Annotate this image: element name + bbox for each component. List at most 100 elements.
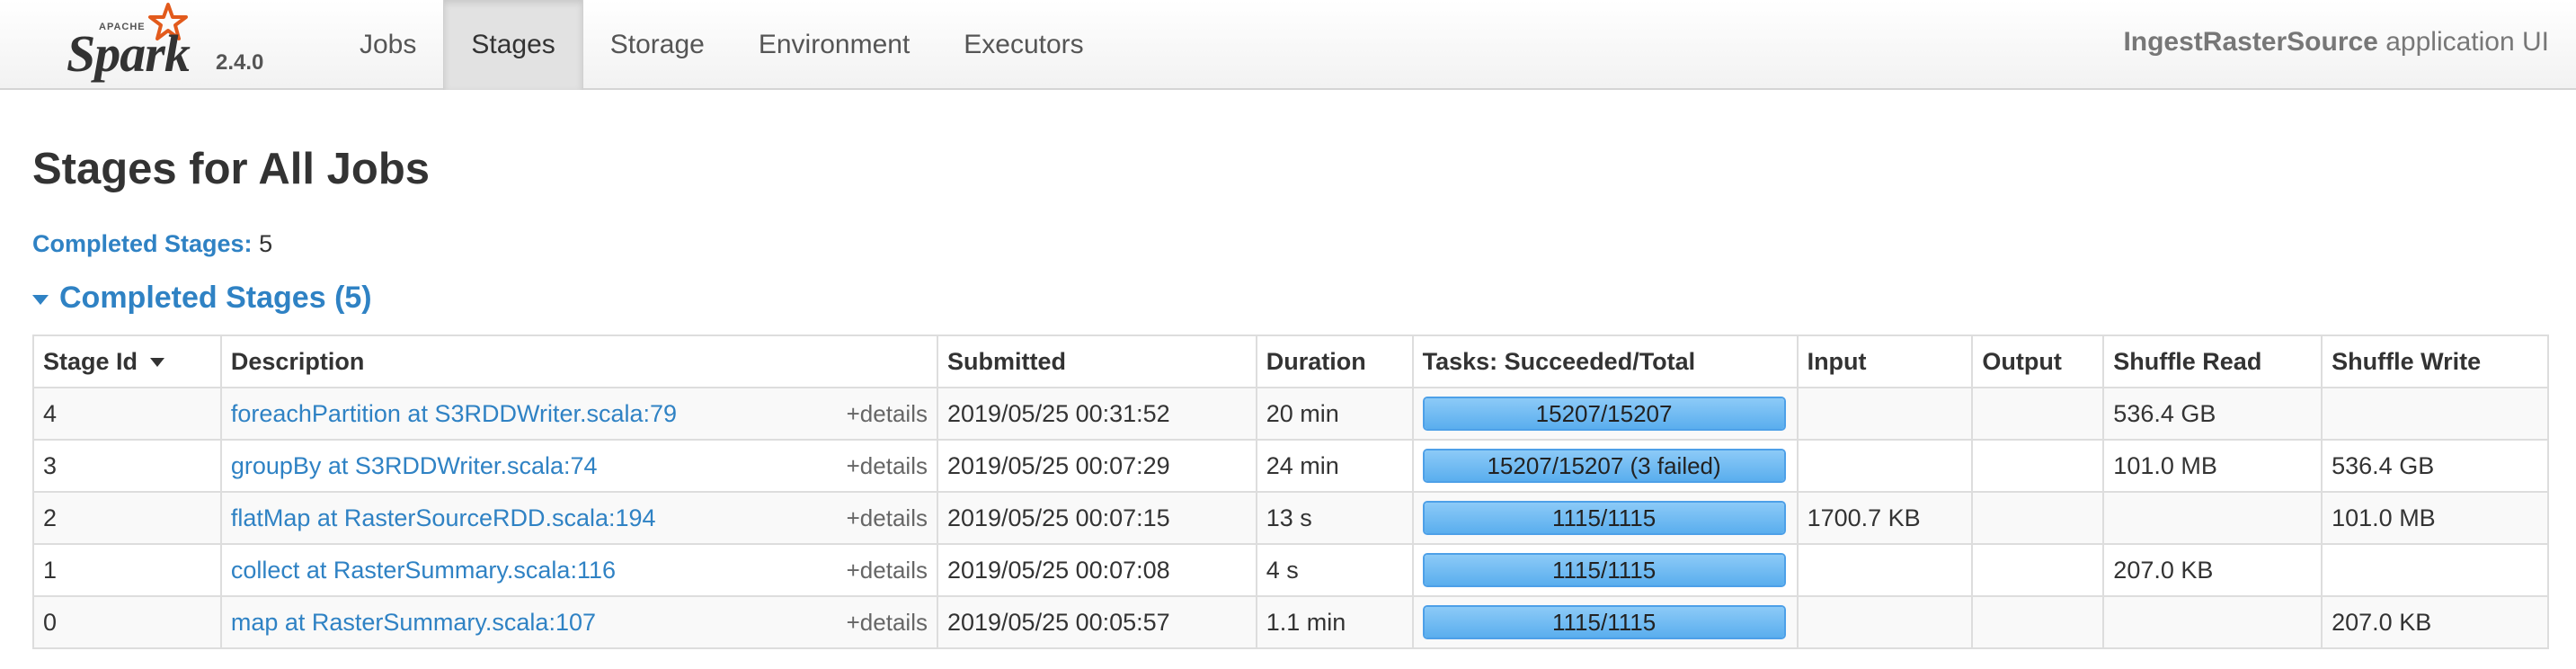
table-body: 4 foreachPartition at S3RDDWriter.scala:… — [32, 387, 2549, 649]
shuffle-write: 101.0 MB — [2321, 491, 2549, 545]
tasks-progress-bar: 15207/15207 (3 failed) — [1422, 449, 1786, 483]
tasks-cell: 15207/15207 (3 failed) — [1411, 439, 1799, 493]
input — [1796, 595, 1974, 649]
progress-text: 15207/15207 — [1535, 400, 1673, 427]
col-duration[interactable]: Duration — [1255, 334, 1414, 388]
spark-logo[interactable]: APACHE Spark 2.4.0 — [67, 2, 273, 86]
sort-desc-icon — [150, 358, 165, 368]
output — [1971, 439, 2105, 493]
tasks-cell: 1115/1115 — [1411, 543, 1799, 597]
nav-storage[interactable]: Storage — [583, 0, 732, 90]
col-submitted[interactable]: Submitted — [936, 334, 1257, 388]
submitted-time: 2019/05/25 00:07:15 — [936, 491, 1257, 545]
col-tasks[interactable]: Tasks: Succeeded/Total — [1411, 334, 1799, 388]
details-toggle[interactable]: +details — [847, 400, 928, 428]
stage-id: 3 — [32, 439, 222, 493]
stage-description-link[interactable]: map at RasterSummary.scala:107 — [231, 609, 596, 636]
duration: 13 s — [1255, 491, 1414, 545]
duration: 20 min — [1255, 387, 1414, 441]
col-stage-id-label: Stage Id — [43, 347, 138, 375]
stage-description-link[interactable]: flatMap at RasterSourceRDD.scala:194 — [231, 504, 656, 531]
details-toggle[interactable]: +details — [847, 609, 928, 637]
description-cell: flatMap at RasterSourceRDD.scala:194 +det… — [219, 491, 938, 545]
tasks-progress-bar: 1115/1115 — [1422, 553, 1786, 587]
details-toggle[interactable]: +details — [847, 557, 928, 584]
input — [1796, 387, 1974, 441]
tasks-progress-bar: 1115/1115 — [1422, 605, 1786, 639]
description-cell: foreachPartition at S3RDDWriter.scala:79… — [219, 387, 938, 441]
shuffle-write — [2321, 543, 2549, 597]
col-output[interactable]: Output — [1971, 334, 2105, 388]
brand-name: Spark — [67, 24, 191, 83]
input — [1796, 439, 1974, 493]
table-row: 2 flatMap at RasterSourceRDD.scala:194 +d… — [32, 491, 2549, 545]
details-toggle[interactable]: +details — [847, 504, 928, 532]
tasks-cell: 1115/1115 — [1411, 491, 1799, 545]
shuffle-write: 536.4 GB — [2321, 439, 2549, 493]
table-row: 1 collect at RasterSummary.scala:116 +det… — [32, 543, 2549, 597]
page-title: Stages for All Jobs — [32, 145, 431, 193]
spark-version: 2.4.0 — [216, 50, 264, 75]
duration: 1.1 min — [1255, 595, 1414, 649]
app-name: IngestRasterSource — [2123, 27, 2378, 57]
table-header-row: Stage Id Description Submitted Duration … — [32, 334, 2549, 388]
stage-summary: Completed Stages: 5 — [32, 230, 272, 258]
stage-id: 4 — [32, 387, 222, 441]
col-shuffle-read[interactable]: Shuffle Read — [2102, 334, 2323, 388]
section-title: Completed Stages (5) — [59, 281, 372, 315]
duration: 4 s — [1255, 543, 1414, 597]
table-row: 0 map at RasterSummary.scala:107 +details… — [32, 595, 2549, 649]
nav-jobs[interactable]: Jobs — [333, 0, 443, 90]
input — [1796, 543, 1974, 597]
top-navbar: APACHE Spark 2.4.0 Jobs Stages Storage E… — [0, 0, 2576, 90]
output — [1971, 543, 2105, 597]
duration: 24 min — [1255, 439, 1414, 493]
nav-stages[interactable]: Stages — [443, 0, 583, 90]
stage-id: 1 — [32, 543, 222, 597]
nav-executors[interactable]: Executors — [937, 0, 1110, 90]
completed-stages-toggle[interactable]: Completed Stages (5) — [32, 281, 372, 316]
input: 1700.7 KB — [1796, 491, 1974, 545]
tasks-progress-bar: 1115/1115 — [1422, 501, 1786, 535]
col-input[interactable]: Input — [1796, 334, 1974, 388]
stage-description-link[interactable]: groupBy at S3RDDWriter.scala:74 — [231, 452, 598, 479]
submitted-time: 2019/05/25 00:31:52 — [936, 387, 1257, 441]
col-description[interactable]: Description — [219, 334, 938, 388]
app-suffix: application UI — [2385, 27, 2549, 57]
submitted-time: 2019/05/25 00:07:29 — [936, 439, 1257, 493]
table-row: 4 foreachPartition at S3RDDWriter.scala:… — [32, 387, 2549, 441]
completed-stages-link[interactable]: Completed Stages: — [32, 230, 253, 257]
nav-environment[interactable]: Environment — [732, 0, 937, 90]
progress-text: 1115/1115 — [1551, 504, 1657, 531]
submitted-time: 2019/05/25 00:05:57 — [936, 595, 1257, 649]
main-nav: Jobs Stages Storage Environment Executor… — [333, 0, 1111, 90]
output — [1971, 491, 2105, 545]
submitted-time: 2019/05/25 00:07:08 — [936, 543, 1257, 597]
shuffle-read: 207.0 KB — [2102, 543, 2323, 597]
tasks-cell: 1115/1115 — [1411, 595, 1799, 649]
completed-stages-count: 5 — [259, 230, 273, 257]
progress-text: 15207/15207 (3 failed) — [1487, 452, 1721, 479]
description-cell: map at RasterSummary.scala:107 +details — [219, 595, 938, 649]
stage-description-link[interactable]: foreachPartition at S3RDDWriter.scala:79 — [231, 400, 677, 427]
col-stage-id[interactable]: Stage Id — [32, 334, 222, 388]
shuffle-read — [2102, 491, 2323, 545]
progress-text: 1115/1115 — [1551, 609, 1657, 636]
output — [1971, 595, 2105, 649]
stage-id: 0 — [32, 595, 222, 649]
application-title: IngestRasterSource application UI — [2123, 27, 2549, 58]
tasks-cell: 15207/15207 — [1411, 387, 1799, 441]
stage-id: 2 — [32, 491, 222, 545]
col-shuffle-write[interactable]: Shuffle Write — [2321, 334, 2549, 388]
details-toggle[interactable]: +details — [847, 452, 928, 480]
shuffle-write — [2321, 387, 2549, 441]
shuffle-read — [2102, 595, 2323, 649]
stage-description-link[interactable]: collect at RasterSummary.scala:116 — [231, 557, 616, 584]
completed-stages-table: Stage Id Description Submitted Duration … — [32, 334, 2549, 649]
description-cell: collect at RasterSummary.scala:116 +detai… — [219, 543, 938, 597]
table-row: 3 groupBy at S3RDDWriter.scala:74 +detail… — [32, 439, 2549, 493]
progress-text: 1115/1115 — [1551, 557, 1657, 584]
tasks-progress-bar: 15207/15207 — [1422, 397, 1786, 431]
shuffle-read: 101.0 MB — [2102, 439, 2323, 493]
output — [1971, 387, 2105, 441]
